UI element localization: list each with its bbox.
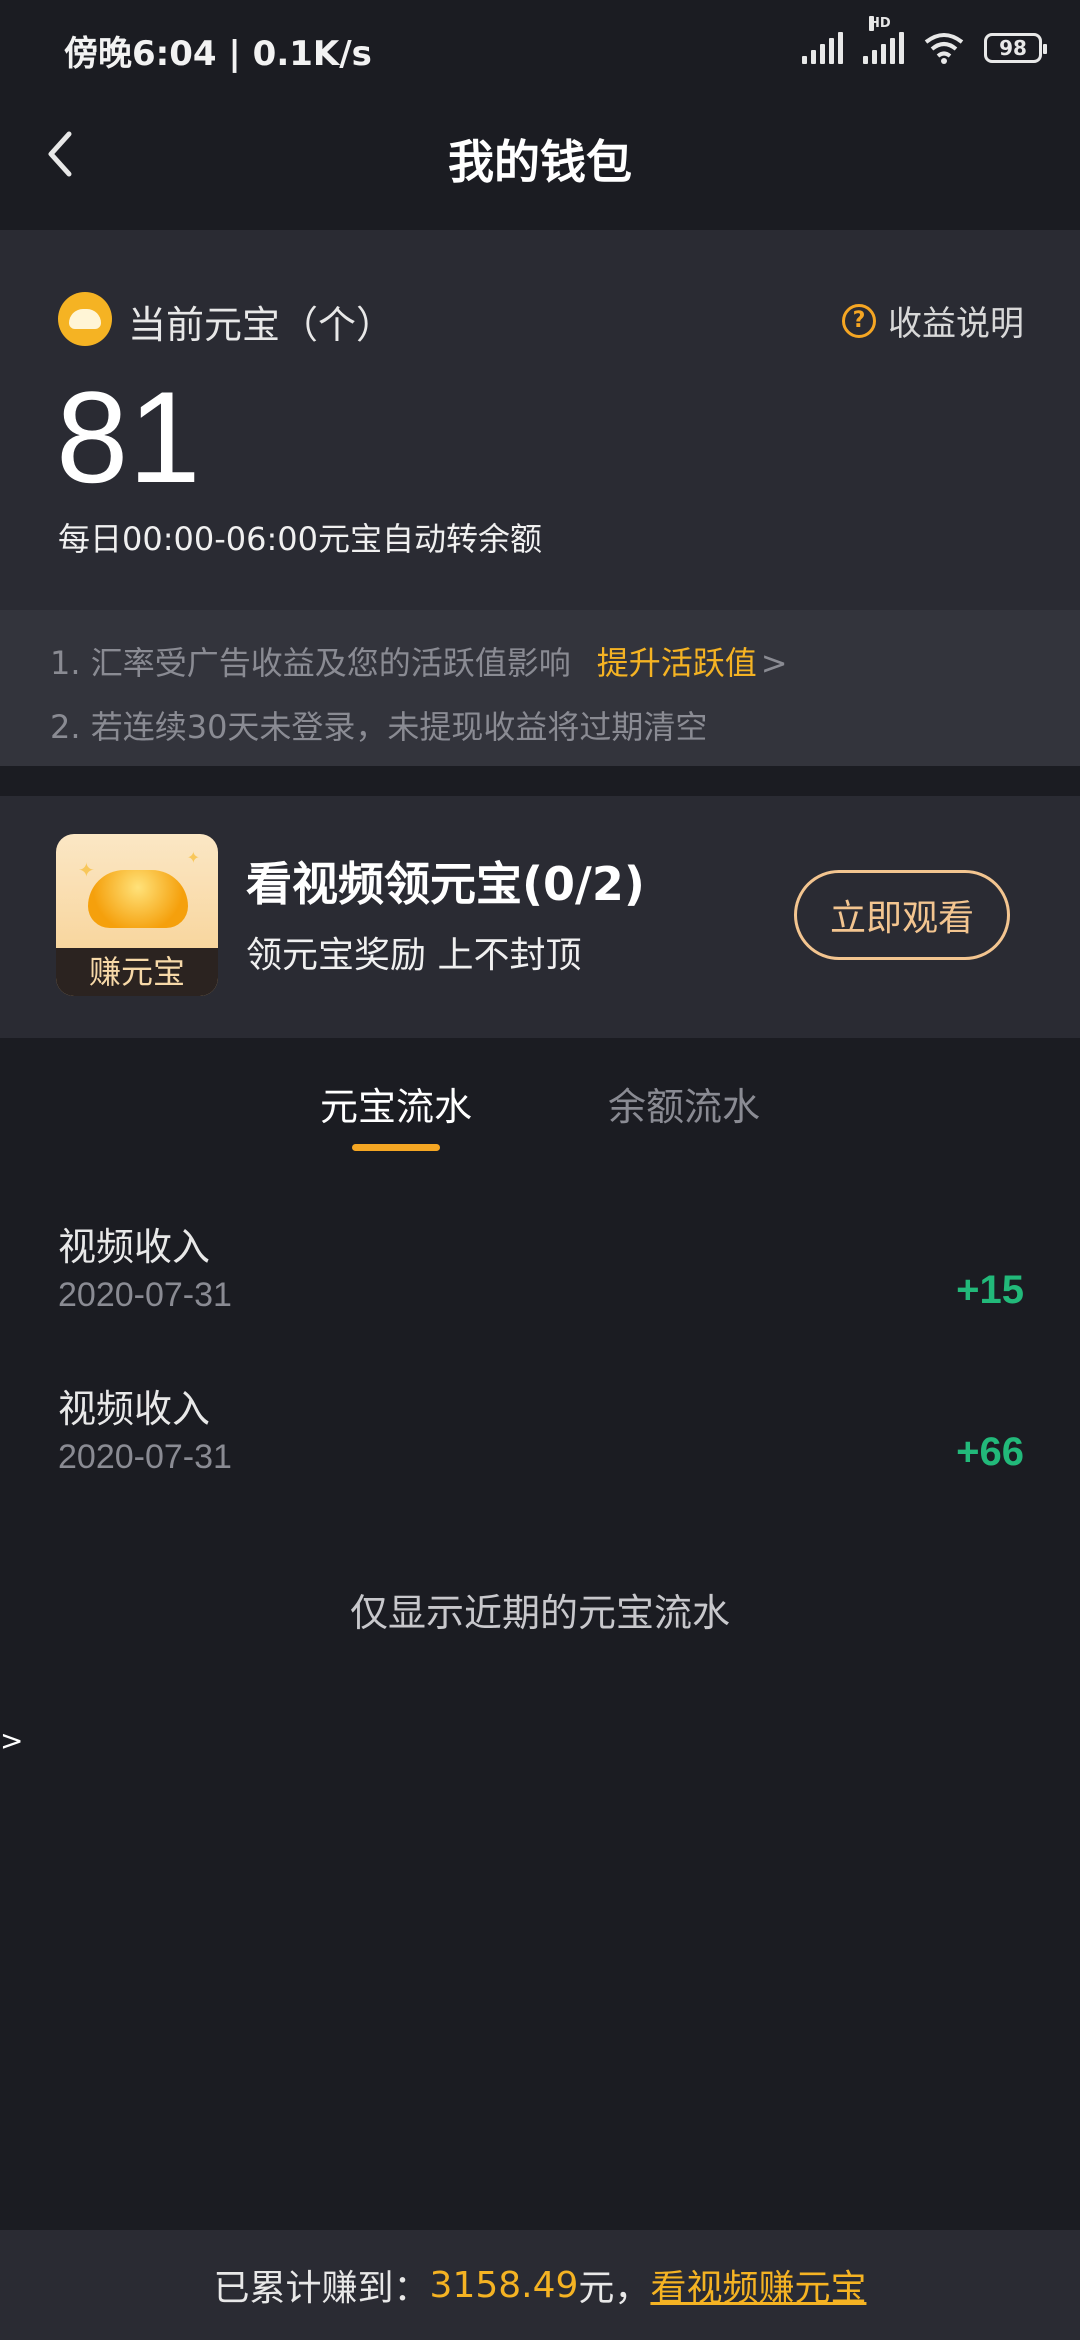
- top-bar: 我的钱包: [0, 96, 1080, 230]
- thumbnail-label: 赚元宝: [56, 948, 218, 996]
- record-amount: +15: [956, 1268, 1024, 1312]
- footer-unit: 元，: [578, 2268, 651, 2309]
- footer-prefix: 已累计赚到：: [213, 2268, 430, 2309]
- task-card: ✦ ✦ 赚元宝 看视频领元宝(0/2) 领元宝奖励 上不封顶 立即观看: [0, 796, 1080, 1038]
- status-time: 傍晚6:04 | 0.1K/s: [64, 34, 372, 74]
- note-text-1: 1. 汇率受广告收益及您的活跃值影响: [50, 644, 571, 682]
- earnings-explanation-link[interactable]: ? 收益说明: [842, 296, 1024, 345]
- record-date: 2020-07-31: [58, 1438, 232, 1476]
- ingot-coin-icon: [58, 292, 112, 346]
- tab-active-indicator: [352, 1144, 440, 1151]
- list-item: 视频收入 2020-07-31 +66: [0, 1372, 1080, 1512]
- record-amount: +66: [956, 1430, 1024, 1474]
- status-bar: 傍晚6:04 | 0.1K/s HD 98: [0, 0, 1080, 96]
- battery-icon: 98: [984, 33, 1047, 63]
- earnings-explanation-label: 收益说明: [888, 304, 1024, 344]
- gold-ingot-thumbnail: ✦ ✦ 赚元宝: [56, 834, 218, 996]
- wifi-icon: [924, 33, 964, 64]
- balance-value: 81: [56, 364, 201, 510]
- watch-now-button[interactable]: 立即观看: [794, 870, 1010, 960]
- list-item: 视频收入 2020-07-31 +15: [0, 1210, 1080, 1350]
- record-title: 视频收入: [58, 1225, 211, 1269]
- balance-note: 每日00:00-06:00元宝自动转余额: [58, 520, 542, 558]
- note-line-2: 2. 若连续30天未登录，未提现收益将过期清空: [50, 708, 708, 746]
- sparkle-icon: ✦: [78, 858, 95, 882]
- earnings-footer: 已累计赚到： 3158.49 元， 看视频赚元宝: [0, 2230, 1080, 2340]
- sparkle-icon: ✦: [186, 848, 200, 867]
- question-icon: ?: [842, 303, 876, 338]
- footer-amount: 3158.49: [429, 2264, 579, 2306]
- hd-signal-icon: HD: [863, 16, 904, 64]
- record-date: 2020-07-31: [58, 1276, 232, 1314]
- page-title: 我的钱包: [448, 135, 632, 189]
- recent-records-note: 仅显示近期的元宝流水: [349, 1591, 730, 1635]
- chevron-right-icon: >: [760, 644, 788, 682]
- boost-activity-link[interactable]: 提升活跃值: [597, 644, 757, 682]
- record-title: 视频收入: [58, 1387, 211, 1431]
- balance-card: 当前元宝（个） ? 收益说明 81 每日00:00-06:00元宝自动转余额: [0, 230, 1080, 610]
- balance-label: 当前元宝（个）: [128, 303, 395, 347]
- hd-label: HD: [869, 16, 891, 31]
- tab-balance-records[interactable]: 余额流水: [608, 1076, 760, 1131]
- signal-icon: [802, 32, 843, 64]
- task-title: 看视频领元宝(0/2): [246, 857, 645, 911]
- status-icons: HD 98: [802, 16, 1047, 68]
- task-subtitle: 领元宝奖励 上不封顶: [246, 935, 582, 976]
- tab-bar: 元宝流水 余额流水: [0, 1038, 1080, 1188]
- notes-panel: 1. 汇率受广告收益及您的活跃值影响 提升活跃值 > 2. 若连续30天未登录，未提…: [0, 610, 1080, 766]
- note-line-1: 1. 汇率受广告收益及您的活跃值影响 提升活跃值 >: [50, 638, 788, 684]
- watch-video-earn-link[interactable]: 看视频赚元宝: [650, 2259, 866, 2311]
- gold-ingot-icon: [88, 870, 188, 928]
- stray-glyph: >: [0, 1724, 24, 1757]
- tab-ingot-records[interactable]: 元宝流水: [320, 1076, 472, 1131]
